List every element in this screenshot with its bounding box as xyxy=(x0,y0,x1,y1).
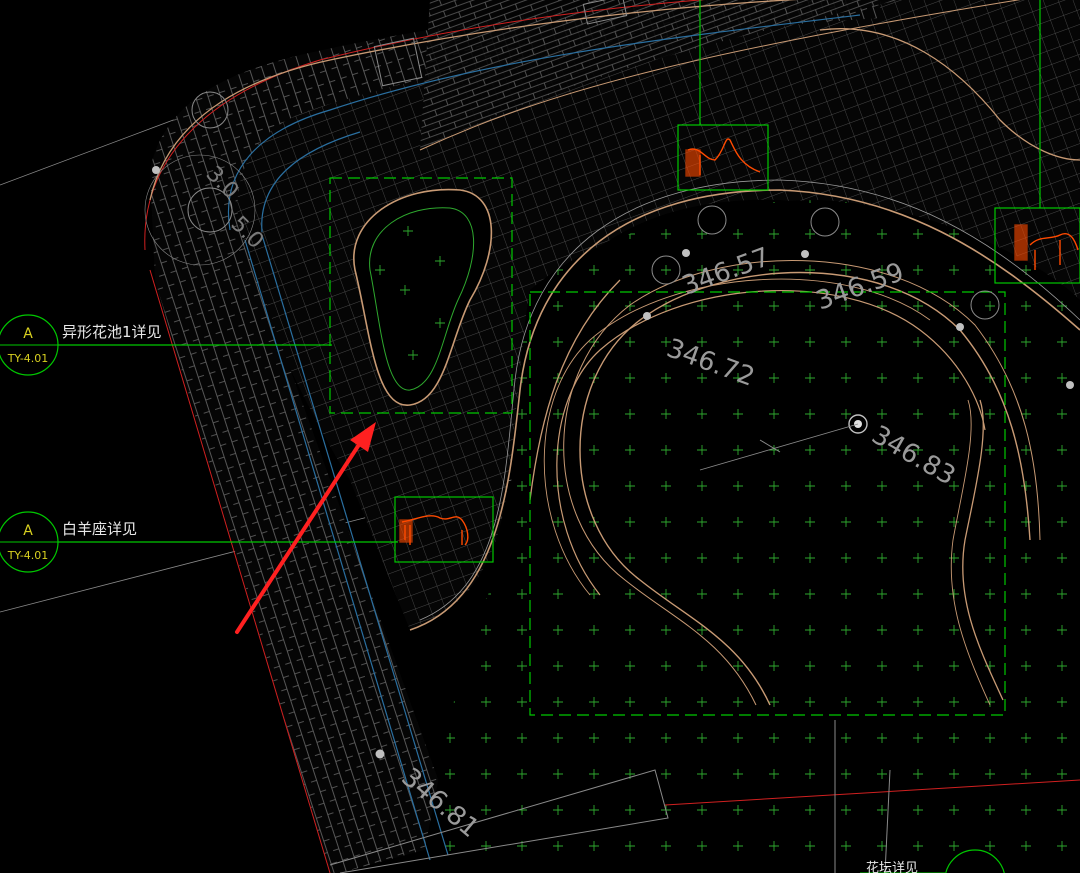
callout-label-3: 花坛详见 xyxy=(866,860,918,873)
callout-letter-2: A xyxy=(23,523,33,539)
callout-label-1: 异形花池1详见 xyxy=(62,323,162,341)
callout-letter-1: A xyxy=(23,326,33,342)
callout-sheet-2: TY-4.01 xyxy=(7,549,49,562)
cad-drawing-canvas[interactable]: 346.57 346.59 346.72 346.83 346.81 3.0 5… xyxy=(0,0,1080,873)
callout-sheet-1: TY-4.01 xyxy=(7,352,49,365)
callout-label-2: 白羊座详见 xyxy=(62,520,137,538)
